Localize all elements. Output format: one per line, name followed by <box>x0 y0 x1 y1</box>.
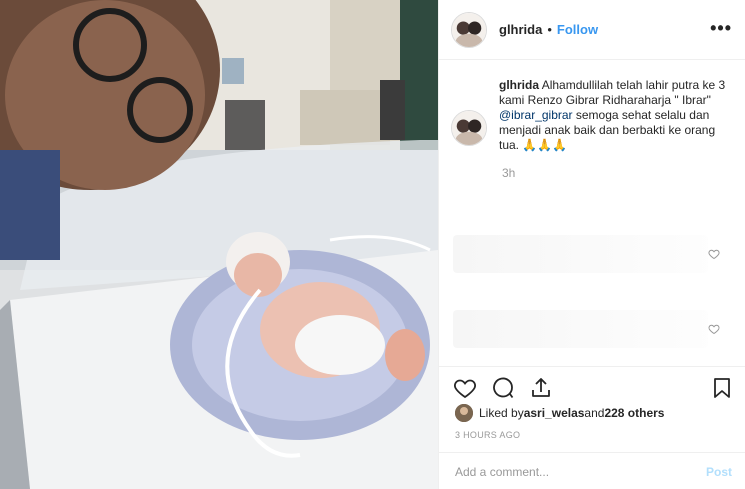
liker-username[interactable]: asri_welas <box>524 406 585 420</box>
bookmark-icon[interactable] <box>710 376 734 400</box>
avatar-image <box>452 12 486 47</box>
caption-time: 3h <box>502 166 516 180</box>
action-bar <box>439 366 745 406</box>
blurred-comment <box>453 310 708 348</box>
post-timestamp[interactable]: 3 HOURS AGO <box>455 430 520 440</box>
add-comment-bar: Post <box>439 452 745 489</box>
caption-text: glhrida Alhamdullilah telah lahir putra … <box>499 78 734 153</box>
caption-username[interactable]: glhrida <box>499 78 539 92</box>
caption: glhrida Alhamdullilah telah lahir putra … <box>451 78 736 153</box>
caption-mention-link[interactable]: @ibrar_gibrar <box>499 108 573 122</box>
post-header: glhrida • Follow ••• <box>439 0 745 60</box>
caption-avatar[interactable] <box>451 110 487 146</box>
post-photo[interactable] <box>0 0 438 489</box>
likes-prefix: Liked by <box>479 406 524 420</box>
liker-avatar-image <box>455 404 473 422</box>
more-options-icon[interactable]: ••• <box>710 18 732 39</box>
caption-avatar-image <box>452 111 486 145</box>
likes-others-link[interactable]: 228 others <box>604 406 664 420</box>
user-avatar[interactable] <box>451 11 487 48</box>
likes-summary: Liked by asri_welas and 228 others <box>455 404 664 422</box>
post-username[interactable]: glhrida <box>499 22 542 37</box>
post-comment-button[interactable]: Post <box>706 465 732 479</box>
liker-avatar[interactable] <box>455 404 473 422</box>
comment-like-heart-icon[interactable] <box>708 248 720 260</box>
separator-dot: • <box>547 22 552 37</box>
comment-icon[interactable] <box>491 376 515 400</box>
comments-section[interactable]: glhrida Alhamdullilah telah lahir putra … <box>439 60 745 366</box>
post-side-panel: glhrida • Follow ••• glhrida Alhamdullil… <box>438 0 745 489</box>
comment-like-heart-icon[interactable] <box>708 323 720 335</box>
follow-button[interactable]: Follow <box>557 22 598 37</box>
blurred-comment <box>453 235 708 273</box>
comment-input[interactable] <box>455 463 685 481</box>
likes-middle: and <box>584 406 605 420</box>
heart-icon[interactable] <box>453 376 477 400</box>
share-icon[interactable] <box>529 376 553 400</box>
photo-illustration <box>0 0 438 489</box>
